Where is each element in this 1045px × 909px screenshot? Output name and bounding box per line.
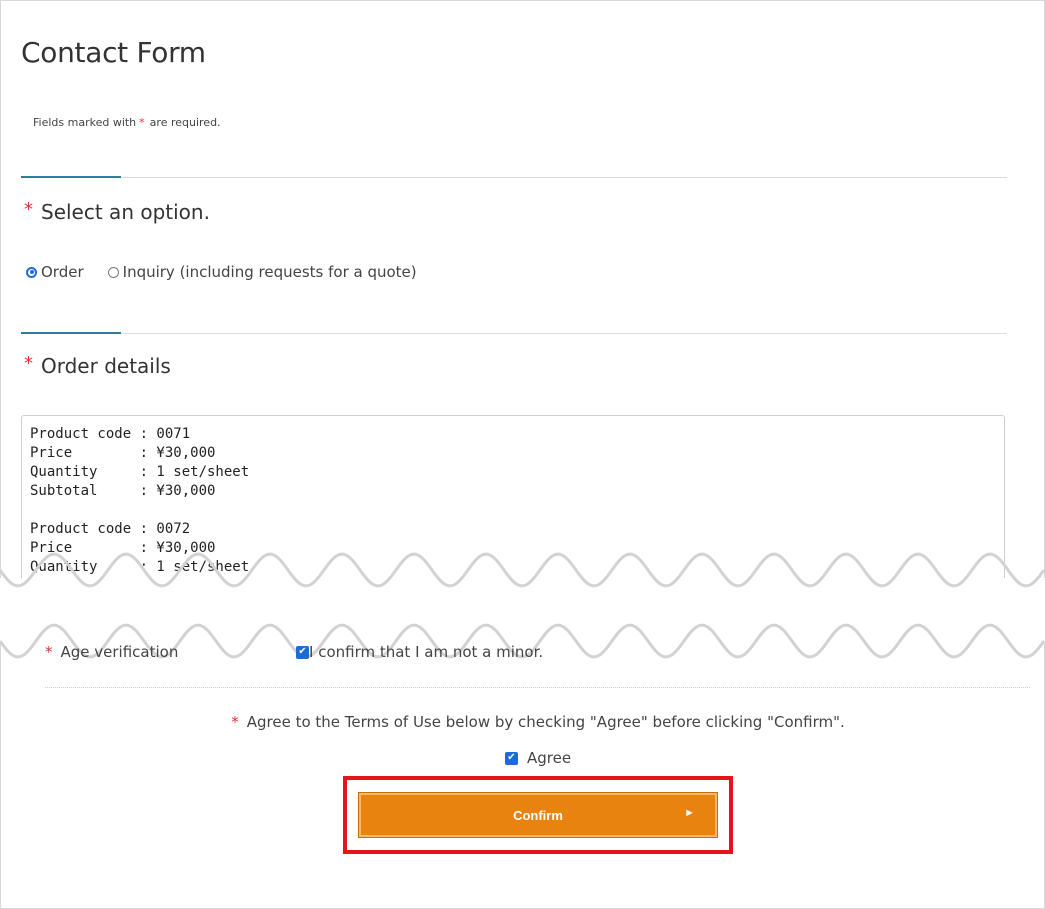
order-heading-text: Order details (41, 354, 171, 378)
terms-instruction: * Agree to the Terms of Use below by chec… (0, 713, 1045, 731)
age-verification-checkbox-row[interactable]: ✔ I confirm that I am not a minor. (296, 643, 543, 661)
radio-option-inquiry[interactable]: Inquiry (including requests for a quote) (107, 263, 417, 281)
required-fields-note: Fields marked with * are required. (33, 116, 221, 129)
radio-option-order-label: Order (41, 263, 84, 281)
section-divider (21, 176, 1007, 178)
age-verification-checkbox-label: I confirm that I am not a minor. (309, 643, 544, 661)
required-note-before: Fields marked with (33, 116, 137, 129)
section-divider (21, 332, 1007, 334)
required-star: * (231, 713, 239, 731)
section-divider-accent (21, 332, 121, 334)
age-verification-text: Age verification (60, 643, 179, 661)
radio-option-inquiry-label: Inquiry (including requests for a quote) (122, 263, 417, 281)
radio-button-unselected[interactable] (107, 266, 119, 278)
dotted-divider (45, 687, 1030, 688)
required-star: * (45, 643, 53, 661)
agree-checkbox-row[interactable]: ✔ Agree (505, 749, 571, 767)
agree-checkbox-label: Agree (527, 749, 572, 767)
option-heading-text: Select an option. (41, 200, 210, 224)
radio-option-order[interactable]: Order (26, 263, 84, 281)
age-verification-label: * Age verification (45, 643, 178, 661)
page-title: Contact Form (21, 36, 206, 69)
required-star: * (24, 353, 33, 374)
required-star: * (139, 116, 145, 129)
radio-button-selected[interactable] (26, 266, 37, 278)
required-note-after: are required. (149, 116, 221, 129)
order-section-heading: * Order details (24, 353, 171, 378)
confirm-button-label: Confirm (513, 807, 563, 823)
terms-instruction-text: Agree to the Terms of Use below by check… (246, 713, 845, 731)
agree-checkbox-icon[interactable]: ✔ (505, 751, 518, 765)
confirm-button[interactable]: Confirm ► (358, 792, 718, 838)
required-star: * (24, 199, 33, 220)
option-section-heading: * Select an option. (24, 199, 210, 224)
checkbox-checked-icon[interactable]: ✔ (296, 645, 309, 659)
option-radio-group: Order Inquiry (including requests for a … (26, 263, 441, 281)
play-arrow-icon: ► (684, 807, 695, 819)
section-divider-accent (21, 176, 121, 178)
